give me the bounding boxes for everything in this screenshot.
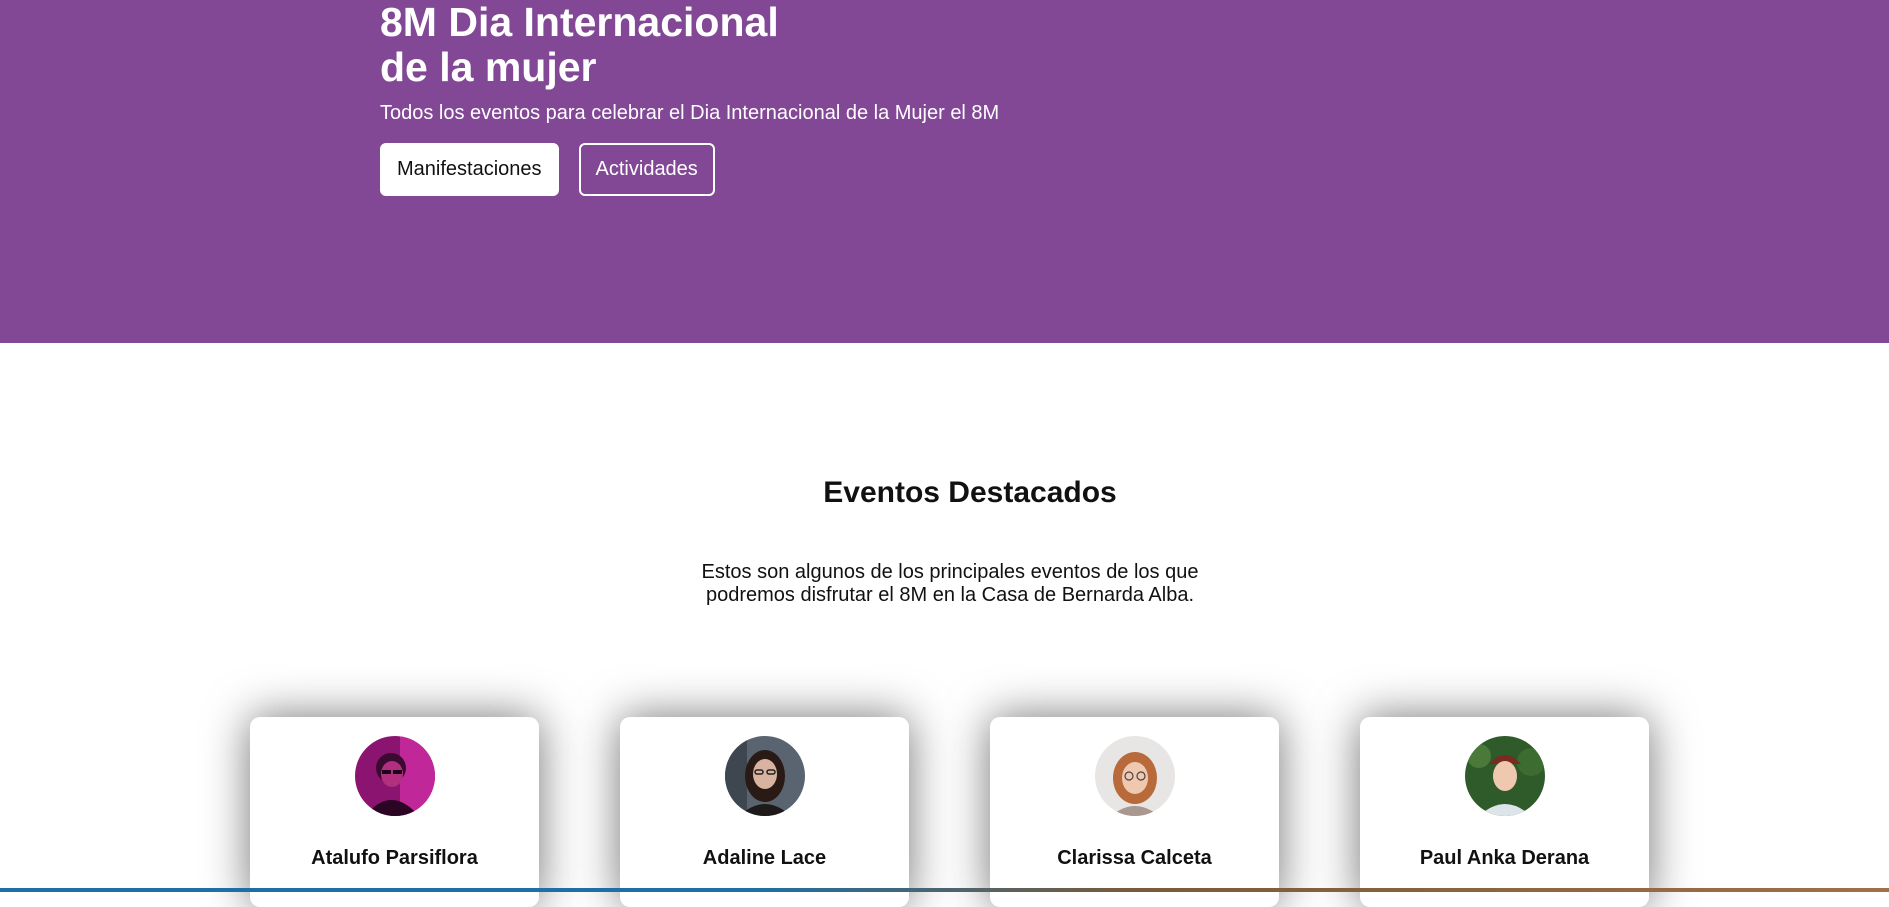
- hero-banner: 8M Dia Internacional de la mujer Todos l…: [0, 0, 1889, 343]
- bottom-image-strip: [0, 888, 1889, 892]
- avatar: [725, 736, 805, 816]
- hero-title: 8M Dia Internacional de la mujer: [380, 0, 999, 90]
- person-photo-icon: [1465, 736, 1545, 816]
- hero-buttons: Manifestaciones Actividades: [380, 143, 999, 196]
- card-name: Paul Anka Derana: [1419, 847, 1590, 869]
- avatar: [355, 736, 435, 816]
- hero-content: 8M Dia Internacional de la mujer Todos l…: [380, 0, 999, 196]
- person-photo-icon: [1095, 736, 1175, 816]
- hero-title-line1: 8M Dia Internacional: [380, 0, 779, 45]
- manifestaciones-button[interactable]: Manifestaciones: [380, 143, 559, 196]
- card-name: Clarissa Calceta: [1057, 847, 1212, 869]
- actividades-button[interactable]: Actividades: [578, 143, 715, 196]
- avatar: [1095, 736, 1175, 816]
- section-description: Estos son algunos de los principales eve…: [701, 561, 1199, 606]
- event-card[interactable]: Atalufo Parsiflora: [250, 717, 539, 907]
- person-photo-icon: [355, 736, 435, 816]
- card-name: Atalufo Parsiflora: [311, 847, 478, 869]
- person-photo-icon: [725, 736, 805, 816]
- event-card[interactable]: Adaline Lace: [620, 717, 909, 907]
- card-name: Adaline Lace: [702, 847, 827, 869]
- hero-title-line2: de la mujer: [380, 44, 597, 90]
- section-title: Eventos Destacados: [823, 476, 1117, 509]
- avatar: [1465, 736, 1545, 816]
- event-card[interactable]: Paul Anka Derana: [1360, 717, 1649, 907]
- event-card[interactable]: Clarissa Calceta: [990, 717, 1279, 907]
- hero-subtitle: Todos los eventos para celebrar el Dia I…: [380, 102, 1000, 124]
